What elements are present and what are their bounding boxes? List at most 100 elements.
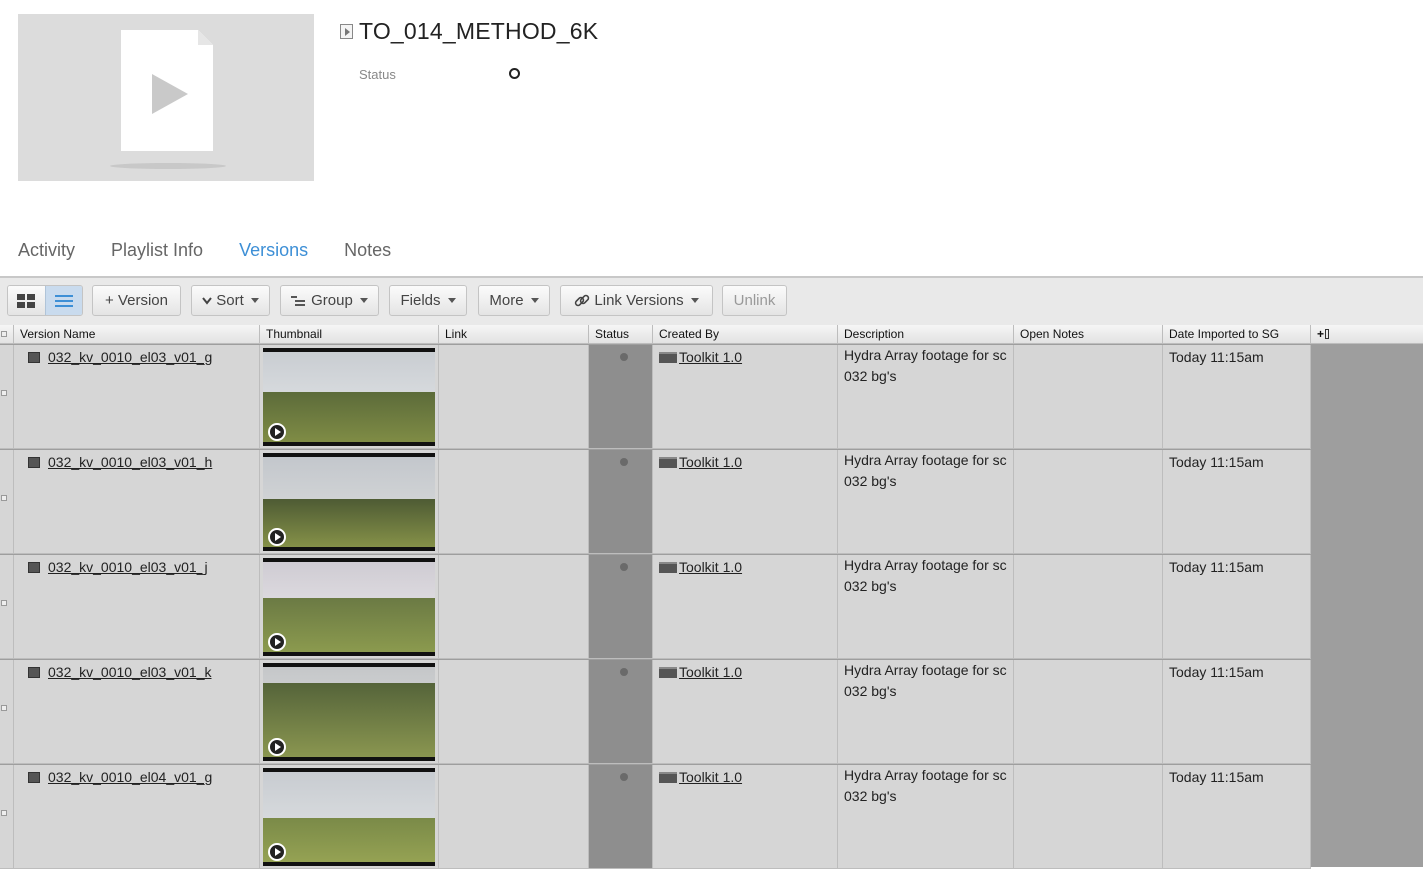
table-row[interactable]: 032_kv_0010_el03_v01_h Toolkit 1.0 Hydra…	[0, 450, 1311, 555]
created-by-cell: Toolkit 1.0	[653, 555, 838, 659]
unlink-label: Unlink	[733, 292, 776, 309]
more-button[interactable]: More	[478, 285, 550, 316]
open-notes-cell[interactable]	[1014, 450, 1163, 554]
row-checkbox[interactable]	[1, 705, 7, 711]
date-imported-cell: Today 11:15am	[1163, 660, 1311, 764]
column-header-link[interactable]: Link	[439, 325, 589, 344]
row-select-cell[interactable]	[0, 345, 14, 449]
version-name-link[interactable]: 032_kv_0010_el04_v01_g	[48, 769, 212, 785]
version-thumbnail[interactable]	[263, 558, 435, 656]
version-thumbnail[interactable]	[263, 768, 435, 866]
column-header-thumbnail[interactable]: Thumbnail	[260, 325, 439, 344]
status-dot	[620, 353, 628, 361]
play-icon[interactable]	[268, 633, 286, 651]
version-name-link[interactable]: 032_kv_0010_el03_v01_k	[48, 664, 211, 680]
description-line: Hydra Array footage for sc	[844, 767, 1007, 783]
play-icon[interactable]	[268, 843, 286, 861]
row-select-cell[interactable]	[0, 555, 14, 659]
row-checkbox[interactable]	[1, 495, 7, 501]
status-indicator[interactable]	[509, 68, 520, 79]
date-imported-cell: Today 11:15am	[1163, 345, 1311, 449]
created-by-cell: Toolkit 1.0	[653, 450, 838, 554]
created-by-link[interactable]: Toolkit 1.0	[679, 454, 742, 470]
play-icon[interactable]	[268, 738, 286, 756]
version-thumbnail[interactable]	[263, 663, 435, 761]
unlink-button[interactable]: Unlink	[722, 285, 787, 316]
toolkit-icon	[659, 457, 677, 468]
sort-label: Sort	[216, 292, 244, 309]
link-cell[interactable]	[439, 555, 589, 659]
description-line: Hydra Array footage for sc	[844, 347, 1007, 363]
tab-versions[interactable]: Versions	[239, 240, 308, 261]
version-thumbnail[interactable]	[263, 453, 435, 551]
created-by-link[interactable]: Toolkit 1.0	[679, 769, 742, 785]
description-cell[interactable]: Hydra Array footage for sc 032 bg's	[838, 450, 1014, 554]
select-all-header[interactable]	[0, 325, 14, 344]
add-column-icon[interactable]: +	[1317, 327, 1324, 341]
version-name-link[interactable]: 032_kv_0010_el03_v01_j	[48, 559, 208, 575]
row-checkbox[interactable]	[1, 600, 7, 606]
grid-view-button[interactable]	[8, 286, 45, 315]
row-select-cell[interactable]	[0, 450, 14, 554]
row-checkbox[interactable]	[1, 810, 7, 816]
column-header-description[interactable]: Description	[838, 325, 1014, 344]
list-view-button[interactable]	[44, 286, 82, 315]
column-header-version-name[interactable]: Version Name	[14, 325, 260, 344]
version-name-link[interactable]: 032_kv_0010_el03_v01_h	[48, 454, 212, 470]
column-header-date-imported[interactable]: Date Imported to SG	[1163, 325, 1311, 344]
version-name-cell: 032_kv_0010_el03_v01_h	[14, 450, 260, 554]
status-cell[interactable]	[589, 765, 653, 869]
open-notes-cell[interactable]	[1014, 765, 1163, 869]
row-select-cell[interactable]	[0, 660, 14, 764]
toolkit-icon	[659, 352, 677, 363]
list-view-icon	[54, 294, 73, 307]
description-line: Hydra Array footage for sc	[844, 452, 1007, 468]
table-row[interactable]: 032_kv_0010_el03_v01_k Toolkit 1.0 Hydra…	[0, 660, 1311, 765]
date-imported-cell: Today 11:15am	[1163, 450, 1311, 554]
status-cell[interactable]	[589, 555, 653, 659]
description-cell[interactable]: Hydra Array footage for sc 032 bg's	[838, 765, 1014, 869]
created-by-link[interactable]: Toolkit 1.0	[679, 349, 742, 365]
tab-playlist-info[interactable]: Playlist Info	[111, 240, 203, 261]
column-header-created-by[interactable]: Created By	[653, 325, 838, 344]
group-button[interactable]: Group	[280, 285, 379, 316]
fields-button[interactable]: Fields	[389, 285, 467, 316]
group-label: Group	[311, 292, 353, 309]
open-notes-cell[interactable]	[1014, 660, 1163, 764]
version-thumbnail[interactable]	[263, 348, 435, 446]
row-checkbox[interactable]	[1, 390, 7, 396]
link-cell[interactable]	[439, 765, 589, 869]
created-by-link[interactable]: Toolkit 1.0	[679, 664, 742, 680]
tab-notes[interactable]: Notes	[344, 240, 391, 261]
play-icon[interactable]	[268, 423, 286, 441]
status-cell[interactable]	[589, 450, 653, 554]
sort-button[interactable]: Sort	[191, 285, 270, 316]
link-cell[interactable]	[439, 660, 589, 764]
table-row[interactable]: 032_kv_0010_el04_v01_g Toolkit 1.0 Hydra…	[0, 765, 1311, 870]
versions-grid: Version Name Thumbnail Link Status Creat…	[0, 325, 1423, 870]
column-header-open-notes[interactable]: Open Notes	[1014, 325, 1163, 344]
tab-activity[interactable]: Activity	[18, 240, 75, 261]
link-cell[interactable]	[439, 345, 589, 449]
open-notes-cell[interactable]	[1014, 555, 1163, 659]
column-header-status[interactable]: Status	[589, 325, 653, 344]
description-cell[interactable]: Hydra Array footage for sc 032 bg's	[838, 345, 1014, 449]
table-row[interactable]: 032_kv_0010_el03_v01_g Toolkit 1.0 Hydra…	[0, 345, 1311, 450]
version-name-link[interactable]: 032_kv_0010_el03_v01_g	[48, 349, 212, 365]
row-select-cell[interactable]	[0, 765, 14, 869]
date-imported-cell: Today 11:15am	[1163, 765, 1311, 869]
play-icon[interactable]	[268, 528, 286, 546]
link-versions-button[interactable]: Link Versions	[560, 285, 713, 316]
status-cell[interactable]	[589, 660, 653, 764]
version-icon	[28, 562, 40, 573]
link-cell[interactable]	[439, 450, 589, 554]
version-name-cell: 032_kv_0010_el03_v01_k	[14, 660, 260, 764]
status-cell[interactable]	[589, 345, 653, 449]
description-cell[interactable]: Hydra Array footage for sc 032 bg's	[838, 660, 1014, 764]
table-row[interactable]: 032_kv_0010_el03_v01_j Toolkit 1.0 Hydra…	[0, 555, 1311, 660]
description-cell[interactable]: Hydra Array footage for sc 032 bg's	[838, 555, 1014, 659]
add-version-button[interactable]: + Version	[92, 285, 181, 316]
add-column-header[interactable]: +	[1311, 325, 1423, 344]
created-by-link[interactable]: Toolkit 1.0	[679, 559, 742, 575]
open-notes-cell[interactable]	[1014, 345, 1163, 449]
